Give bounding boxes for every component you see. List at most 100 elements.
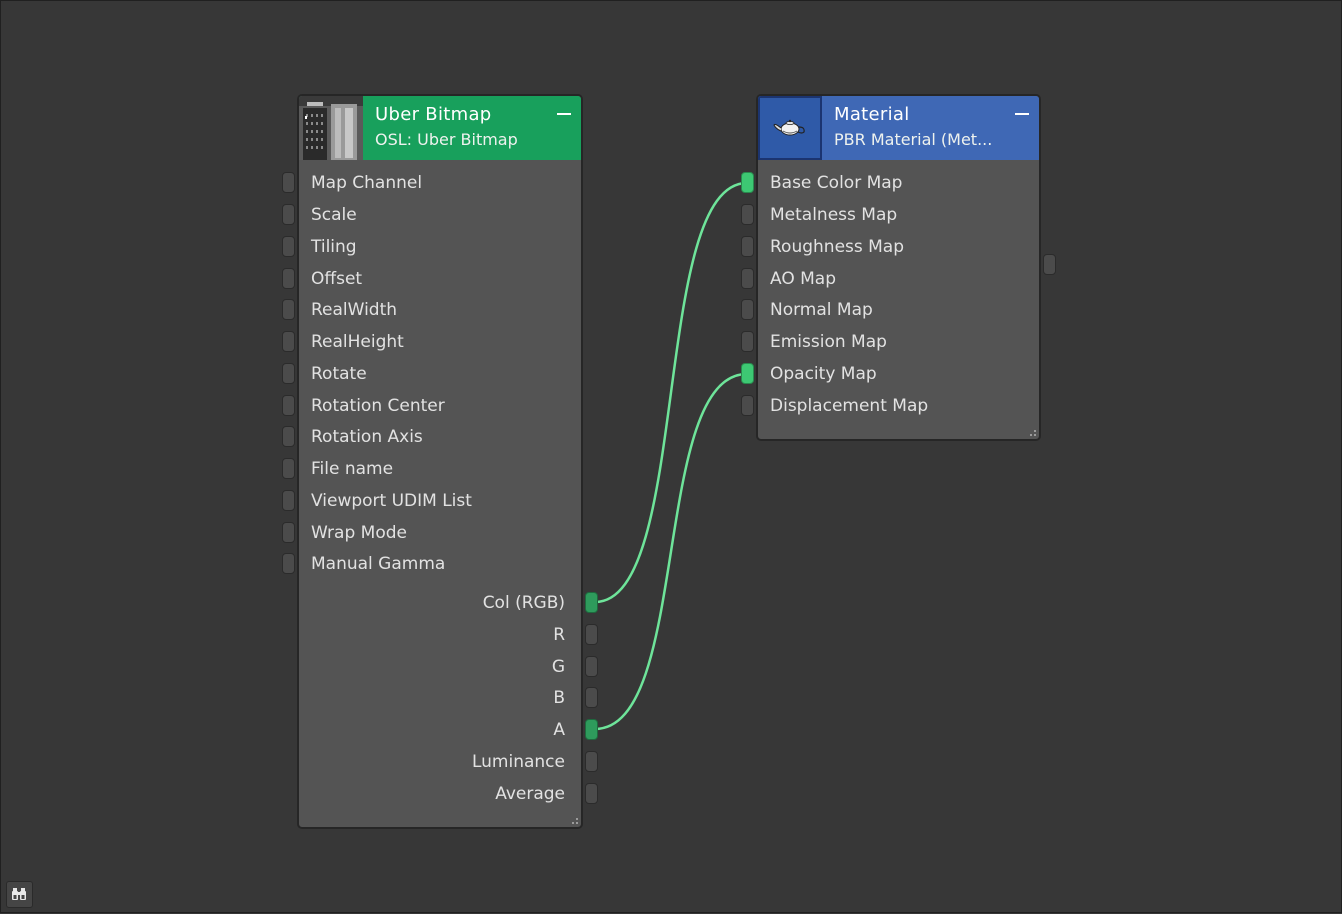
output-socket[interactable] xyxy=(585,719,598,740)
node-title: Uber Bitmap xyxy=(375,104,492,125)
port-label: Base Color Map xyxy=(770,173,903,193)
port-label: Displacement Map xyxy=(770,396,929,416)
port-label: Offset xyxy=(311,269,363,289)
port-label: Opacity Map xyxy=(770,364,877,384)
material-node[interactable]: Material PBR Material (Met... Base Color… xyxy=(741,94,1056,441)
input-socket[interactable] xyxy=(282,363,295,384)
port-label: Luminance xyxy=(471,752,565,772)
output-socket[interactable] xyxy=(585,751,598,772)
port-label: Rotation Axis xyxy=(311,427,423,447)
input-rotation-center[interactable]: Rotation Center xyxy=(282,392,581,422)
node-subtitle: PBR Material (Met... xyxy=(834,130,993,149)
node-title: Material xyxy=(834,104,910,125)
port-label: Average xyxy=(495,784,565,804)
binoculars-icon xyxy=(12,888,26,900)
resize-grip-icon[interactable] xyxy=(1027,427,1036,436)
input-socket[interactable] xyxy=(741,363,754,384)
port-label: R xyxy=(553,625,565,645)
collapse-button[interactable] xyxy=(557,113,571,115)
port-label: Manual Gamma xyxy=(311,554,446,574)
input-opacity-map[interactable]: Opacity Map xyxy=(741,360,1039,390)
output-col-rgb[interactable]: Col (RGB) xyxy=(299,589,598,619)
output-average[interactable]: Average xyxy=(299,780,598,810)
input-normal-map[interactable]: Normal Map xyxy=(741,296,1039,326)
input-offset[interactable]: Offset xyxy=(282,265,581,295)
input-manual-gamma[interactable]: Manual Gamma xyxy=(282,550,581,580)
node-editor-canvas[interactable]: Uber Bitmap OSL: Uber Bitmap Map Channel… xyxy=(0,0,1342,913)
input-realheight[interactable]: RealHeight xyxy=(282,328,581,358)
output-r[interactable]: R xyxy=(299,621,598,651)
input-socket[interactable] xyxy=(282,172,295,193)
input-roughness-map[interactable]: Roughness Map xyxy=(741,233,1039,263)
output-b[interactable]: B xyxy=(299,684,598,714)
port-label: Rotate xyxy=(311,364,367,384)
input-rotate[interactable]: Rotate xyxy=(282,360,581,390)
material-header[interactable]: Material PBR Material (Met... xyxy=(758,96,1039,160)
input-socket[interactable] xyxy=(282,268,295,289)
input-emission-map[interactable]: Emission Map xyxy=(741,328,1039,358)
input-wrap-mode[interactable]: Wrap Mode xyxy=(282,519,581,549)
input-socket[interactable] xyxy=(282,490,295,511)
input-viewport-udim-list[interactable]: Viewport UDIM List xyxy=(282,487,581,517)
input-socket[interactable] xyxy=(741,236,754,257)
output-luminance[interactable]: Luminance xyxy=(299,748,598,778)
input-socket[interactable] xyxy=(741,395,754,416)
uber-bitmap-node[interactable]: Uber Bitmap OSL: Uber Bitmap Map Channel… xyxy=(282,94,598,829)
input-file-name[interactable]: File name xyxy=(282,455,581,485)
input-scale[interactable]: Scale xyxy=(282,201,581,231)
output-socket[interactable] xyxy=(585,656,598,677)
port-label: Wrap Mode xyxy=(311,523,407,543)
port-label: AO Map xyxy=(770,269,836,289)
input-socket[interactable] xyxy=(282,204,295,225)
input-socket[interactable] xyxy=(282,458,295,479)
input-socket[interactable] xyxy=(741,331,754,352)
input-socket[interactable] xyxy=(741,204,754,225)
input-ao-map[interactable]: AO Map xyxy=(741,265,1039,295)
input-map-channel[interactable]: Map Channel xyxy=(282,169,581,199)
input-displacement-map[interactable]: Displacement Map xyxy=(741,392,1039,422)
port-label: Emission Map xyxy=(770,332,887,352)
port-label: Roughness Map xyxy=(770,237,905,257)
port-label: Tiling xyxy=(311,237,357,257)
building-texture-thumbnail xyxy=(299,96,363,160)
uber-bitmap-header[interactable]: Uber Bitmap OSL: Uber Bitmap xyxy=(299,96,581,160)
output-socket[interactable] xyxy=(585,783,598,804)
input-tiling[interactable]: Tiling xyxy=(282,233,581,263)
input-socket[interactable] xyxy=(282,553,295,574)
input-base-color-map[interactable]: Base Color Map xyxy=(741,169,1039,199)
port-label: A xyxy=(553,720,565,740)
collapse-button[interactable] xyxy=(1015,113,1029,115)
wire-alpha-to-opacity[interactable] xyxy=(594,372,748,731)
output-socket[interactable] xyxy=(585,624,598,645)
input-socket[interactable] xyxy=(741,268,754,289)
input-socket[interactable] xyxy=(741,299,754,320)
material-output-socket[interactable] xyxy=(1043,254,1056,275)
port-label: Scale xyxy=(311,205,357,225)
port-label: B xyxy=(553,688,565,708)
port-label: Metalness Map xyxy=(770,205,898,225)
input-socket[interactable] xyxy=(282,236,295,257)
wire-col-rgb-to-base-color[interactable] xyxy=(594,181,748,604)
input-socket[interactable] xyxy=(282,426,295,447)
port-label: G xyxy=(551,657,565,677)
resize-grip-icon[interactable] xyxy=(569,815,578,824)
input-socket[interactable] xyxy=(282,299,295,320)
output-g[interactable]: G xyxy=(299,653,598,683)
port-label: File name xyxy=(311,459,394,479)
input-rotation-axis[interactable]: Rotation Axis xyxy=(282,423,581,453)
search-nodes-button[interactable] xyxy=(6,881,33,908)
port-label: Normal Map xyxy=(770,300,873,320)
teapot-icon xyxy=(758,96,822,160)
input-socket[interactable] xyxy=(282,331,295,352)
input-socket[interactable] xyxy=(741,172,754,193)
input-realwidth[interactable]: RealWidth xyxy=(282,296,581,326)
output-socket[interactable] xyxy=(585,592,598,613)
input-metalness-map[interactable]: Metalness Map xyxy=(741,201,1039,231)
output-socket[interactable] xyxy=(585,687,598,708)
port-label: Col (RGB) xyxy=(482,593,565,613)
connection-wires xyxy=(594,181,748,731)
input-socket[interactable] xyxy=(282,395,295,416)
port-label: Rotation Center xyxy=(311,396,445,416)
input-socket[interactable] xyxy=(282,522,295,543)
output-a[interactable]: A xyxy=(299,716,598,746)
